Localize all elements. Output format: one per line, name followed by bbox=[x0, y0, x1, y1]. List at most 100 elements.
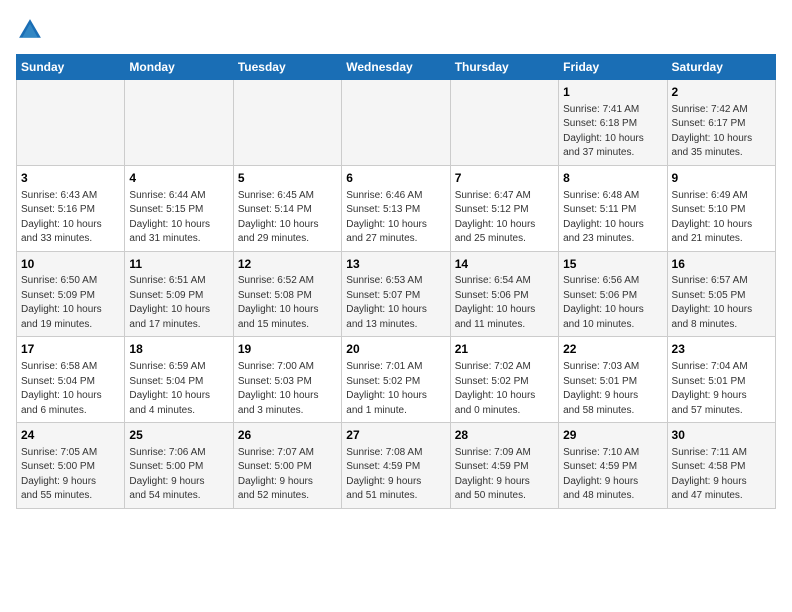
day-cell-29: 29 Sunrise: 7:10 AM Sunset: 4:59 PM Dayli… bbox=[559, 423, 667, 509]
weekday-header-tuesday: Tuesday bbox=[233, 55, 341, 80]
day-info: Sunrise: 7:01 AM Sunset: 5:02 PM Dayligh… bbox=[346, 360, 445, 418]
day-cell-1: 1Sunrise: 7:41 AM Sunset: 6:18 PM Daylig… bbox=[559, 80, 667, 166]
header bbox=[16, 16, 776, 44]
day-info: Sunrise: 6:50 AM Sunset: 5:09 PM Dayligh… bbox=[21, 274, 120, 332]
day-cell-14: 14Sunrise: 6:54 AM Sunset: 5:06 PM Dayli… bbox=[450, 251, 558, 337]
day-number: 3 bbox=[21, 170, 120, 187]
day-cell-21: 21 Sunrise: 7:02 AM Sunset: 5:02 PM Dayli… bbox=[450, 337, 558, 423]
day-info: Sunrise: 7:04 AM Sunset: 5:01 PM Dayligh… bbox=[672, 360, 771, 418]
day-number: 5 bbox=[238, 170, 337, 187]
day-info: Sunrise: 7:02 AM Sunset: 5:02 PM Dayligh… bbox=[455, 360, 554, 418]
day-number: 23 bbox=[672, 341, 771, 358]
empty-cell bbox=[17, 80, 125, 166]
day-number: 22 bbox=[563, 341, 662, 358]
day-info: Sunrise: 6:46 AM Sunset: 5:13 PM Dayligh… bbox=[346, 189, 445, 247]
day-info: Sunrise: 6:52 AM Sunset: 5:08 PM Dayligh… bbox=[238, 274, 337, 332]
day-info: Sunrise: 7:00 AM Sunset: 5:03 PM Dayligh… bbox=[238, 360, 337, 418]
day-info: Sunrise: 7:05 AM Sunset: 5:00 PM Dayligh… bbox=[21, 446, 120, 504]
day-info: Sunrise: 7:11 AM Sunset: 4:58 PM Dayligh… bbox=[672, 446, 771, 504]
day-info: Sunrise: 7:03 AM Sunset: 5:01 PM Dayligh… bbox=[563, 360, 662, 418]
day-number: 29 bbox=[563, 427, 662, 444]
logo bbox=[16, 16, 48, 44]
day-info: Sunrise: 6:54 AM Sunset: 5:06 PM Dayligh… bbox=[455, 274, 554, 332]
day-number: 8 bbox=[563, 170, 662, 187]
day-info: Sunrise: 7:09 AM Sunset: 4:59 PM Dayligh… bbox=[455, 446, 554, 504]
weekday-header-wednesday: Wednesday bbox=[342, 55, 450, 80]
empty-cell bbox=[342, 80, 450, 166]
day-number: 11 bbox=[129, 256, 228, 273]
day-info: Sunrise: 7:08 AM Sunset: 4:59 PM Dayligh… bbox=[346, 446, 445, 504]
day-cell-13: 13Sunrise: 6:53 AM Sunset: 5:07 PM Dayli… bbox=[342, 251, 450, 337]
week-row-2: 10Sunrise: 6:50 AM Sunset: 5:09 PM Dayli… bbox=[17, 251, 776, 337]
day-number: 24 bbox=[21, 427, 120, 444]
day-number: 9 bbox=[672, 170, 771, 187]
day-number: 27 bbox=[346, 427, 445, 444]
empty-cell bbox=[450, 80, 558, 166]
week-row-4: 24 Sunrise: 7:05 AM Sunset: 5:00 PM Dayli… bbox=[17, 423, 776, 509]
day-number: 13 bbox=[346, 256, 445, 273]
day-cell-25: 25 Sunrise: 7:06 AM Sunset: 5:00 PM Dayli… bbox=[125, 423, 233, 509]
day-info: Sunrise: 6:53 AM Sunset: 5:07 PM Dayligh… bbox=[346, 274, 445, 332]
day-cell-23: 23 Sunrise: 7:04 AM Sunset: 5:01 PM Dayli… bbox=[667, 337, 775, 423]
day-cell-10: 10Sunrise: 6:50 AM Sunset: 5:09 PM Dayli… bbox=[17, 251, 125, 337]
empty-cell bbox=[125, 80, 233, 166]
day-cell-4: 4Sunrise: 6:44 AM Sunset: 5:15 PM Daylig… bbox=[125, 165, 233, 251]
day-cell-2: 2 Sunrise: 7:42 AM Sunset: 6:17 PM Daylig… bbox=[667, 80, 775, 166]
day-info: Sunrise: 6:56 AM Sunset: 5:06 PM Dayligh… bbox=[563, 274, 662, 332]
day-info: Sunrise: 6:57 AM Sunset: 5:05 PM Dayligh… bbox=[672, 274, 771, 332]
day-info: Sunrise: 6:48 AM Sunset: 5:11 PM Dayligh… bbox=[563, 189, 662, 247]
day-cell-11: 11Sunrise: 6:51 AM Sunset: 5:09 PM Dayli… bbox=[125, 251, 233, 337]
day-info: Sunrise: 7:07 AM Sunset: 5:00 PM Dayligh… bbox=[238, 446, 337, 504]
day-info: Sunrise: 6:49 AM Sunset: 5:10 PM Dayligh… bbox=[672, 189, 771, 247]
weekday-header-row: SundayMondayTuesdayWednesdayThursdayFrid… bbox=[17, 55, 776, 80]
day-cell-30: 30 Sunrise: 7:11 AM Sunset: 4:58 PM Dayli… bbox=[667, 423, 775, 509]
day-number: 2 bbox=[672, 84, 771, 101]
day-cell-3: 3 Sunrise: 6:43 AM Sunset: 5:16 PM Daylig… bbox=[17, 165, 125, 251]
day-cell-19: 19 Sunrise: 7:00 AM Sunset: 5:03 PM Dayli… bbox=[233, 337, 341, 423]
day-number: 20 bbox=[346, 341, 445, 358]
day-cell-26: 26 Sunrise: 7:07 AM Sunset: 5:00 PM Dayli… bbox=[233, 423, 341, 509]
day-number: 28 bbox=[455, 427, 554, 444]
day-cell-28: 28 Sunrise: 7:09 AM Sunset: 4:59 PM Dayli… bbox=[450, 423, 558, 509]
weekday-header-monday: Monday bbox=[125, 55, 233, 80]
day-number: 30 bbox=[672, 427, 771, 444]
weekday-header-thursday: Thursday bbox=[450, 55, 558, 80]
day-info: Sunrise: 6:51 AM Sunset: 5:09 PM Dayligh… bbox=[129, 274, 228, 332]
week-row-3: 17 Sunrise: 6:58 AM Sunset: 5:04 PM Dayli… bbox=[17, 337, 776, 423]
day-cell-22: 22 Sunrise: 7:03 AM Sunset: 5:01 PM Dayli… bbox=[559, 337, 667, 423]
day-number: 4 bbox=[129, 170, 228, 187]
day-number: 25 bbox=[129, 427, 228, 444]
day-cell-16: 16Sunrise: 6:57 AM Sunset: 5:05 PM Dayli… bbox=[667, 251, 775, 337]
day-cell-6: 6 Sunrise: 6:46 AM Sunset: 5:13 PM Daylig… bbox=[342, 165, 450, 251]
day-cell-24: 24 Sunrise: 7:05 AM Sunset: 5:00 PM Dayli… bbox=[17, 423, 125, 509]
day-cell-9: 9 Sunrise: 6:49 AM Sunset: 5:10 PM Daylig… bbox=[667, 165, 775, 251]
day-number: 14 bbox=[455, 256, 554, 273]
day-cell-7: 7 Sunrise: 6:47 AM Sunset: 5:12 PM Daylig… bbox=[450, 165, 558, 251]
week-row-0: 1Sunrise: 7:41 AM Sunset: 6:18 PM Daylig… bbox=[17, 80, 776, 166]
day-cell-18: 18Sunrise: 6:59 AM Sunset: 5:04 PM Dayli… bbox=[125, 337, 233, 423]
day-cell-8: 8 Sunrise: 6:48 AM Sunset: 5:11 PM Daylig… bbox=[559, 165, 667, 251]
day-number: 21 bbox=[455, 341, 554, 358]
day-info: Sunrise: 7:10 AM Sunset: 4:59 PM Dayligh… bbox=[563, 446, 662, 504]
empty-cell bbox=[233, 80, 341, 166]
day-info: Sunrise: 6:47 AM Sunset: 5:12 PM Dayligh… bbox=[455, 189, 554, 247]
day-info: Sunrise: 6:45 AM Sunset: 5:14 PM Dayligh… bbox=[238, 189, 337, 247]
day-number: 7 bbox=[455, 170, 554, 187]
day-number: 12 bbox=[238, 256, 337, 273]
day-info: Sunrise: 7:06 AM Sunset: 5:00 PM Dayligh… bbox=[129, 446, 228, 504]
weekday-header-sunday: Sunday bbox=[17, 55, 125, 80]
day-info: Sunrise: 6:43 AM Sunset: 5:16 PM Dayligh… bbox=[21, 189, 120, 247]
calendar-table: SundayMondayTuesdayWednesdayThursdayFrid… bbox=[16, 54, 776, 509]
day-number: 17 bbox=[21, 341, 120, 358]
day-info: Sunrise: 7:42 AM Sunset: 6:17 PM Dayligh… bbox=[672, 103, 771, 161]
weekday-header-friday: Friday bbox=[559, 55, 667, 80]
day-cell-27: 27 Sunrise: 7:08 AM Sunset: 4:59 PM Dayli… bbox=[342, 423, 450, 509]
day-number: 15 bbox=[563, 256, 662, 273]
logo-icon bbox=[16, 16, 44, 44]
day-cell-20: 20 Sunrise: 7:01 AM Sunset: 5:02 PM Dayli… bbox=[342, 337, 450, 423]
day-number: 10 bbox=[21, 256, 120, 273]
day-number: 6 bbox=[346, 170, 445, 187]
day-number: 26 bbox=[238, 427, 337, 444]
day-number: 19 bbox=[238, 341, 337, 358]
day-info: Sunrise: 6:58 AM Sunset: 5:04 PM Dayligh… bbox=[21, 360, 120, 418]
